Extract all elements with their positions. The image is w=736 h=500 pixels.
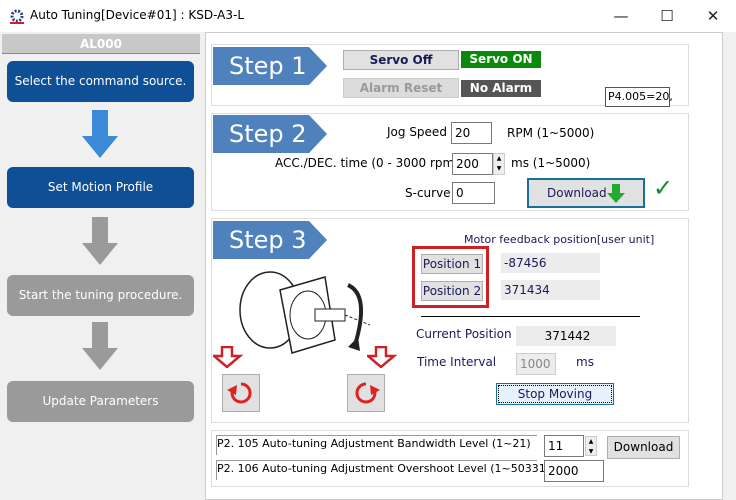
sidebar-step-update-params[interactable]: Update Parameters	[7, 381, 194, 422]
title-bar: Auto Tuning[Device#01] : KSD-A3-L — ☐ ✕	[0, 0, 736, 32]
alarm-code: AL000	[2, 34, 200, 54]
rotate-cw-icon	[355, 382, 380, 404]
step1-tag: Step 1	[229, 52, 307, 80]
p2-105-label: P2. 105 Auto-tuning Adjustment Bandwidth…	[216, 435, 537, 455]
jog-speed-label: Jog Speed	[387, 125, 447, 139]
p2-106-input[interactable]: 2000	[544, 460, 604, 482]
acc-dec-input[interactable]: 200	[452, 153, 493, 175]
sidebar-step-motion-profile[interactable]: Set Motion Profile	[7, 167, 194, 208]
minimize-button[interactable]: —	[606, 4, 636, 28]
down-indicator-icon	[367, 346, 397, 368]
s-curve-label: S-curve	[405, 186, 451, 200]
alarm-reset-button[interactable]: Alarm Reset	[343, 78, 459, 98]
p2-105-spinner[interactable]: ▲ ▼	[585, 436, 597, 456]
acc-dec-unit: ms (1~5000)	[511, 156, 591, 170]
current-position-value: 371442	[516, 326, 616, 346]
arrow-down-icon	[82, 217, 118, 265]
step2-tag: Step 2	[229, 120, 307, 148]
download-label: Download	[547, 186, 607, 200]
rotate-ccw-icon	[227, 382, 252, 404]
motor-illustration-icon	[239, 271, 371, 354]
jog-speed-unit: RPM (1~5000)	[507, 126, 595, 140]
stop-moving-button[interactable]: Stop Moving	[496, 383, 614, 405]
sidebar-step-tuning[interactable]: Start the tuning procedure.	[7, 275, 194, 316]
servo-status: Servo ON	[461, 51, 541, 68]
position1-button[interactable]: Position 1	[421, 254, 483, 274]
motion-download-button[interactable]: Download	[527, 178, 645, 208]
jog-cw-button[interactable]	[347, 374, 385, 412]
sidebar-step-command-source[interactable]: Select the command source.	[7, 61, 194, 102]
alarm-status: No Alarm	[461, 80, 541, 97]
app-gear-icon	[10, 9, 24, 24]
arrow-down-icon	[82, 110, 118, 158]
feedback-title: Motor feedback position[user unit]	[464, 233, 655, 246]
params-download-button[interactable]: Download	[607, 436, 680, 459]
close-button[interactable]: ✕	[698, 4, 728, 28]
acc-dec-label: ACC./DEC. time (0 - 3000 rpm)	[275, 156, 459, 170]
position1-value: -87456	[501, 253, 600, 273]
current-position-label: Current Position	[416, 327, 512, 341]
check-icon: ✓	[653, 174, 674, 202]
divider	[421, 316, 640, 317]
p2-106-label: P2. 106 Auto-tuning Adjustment Overshoot…	[216, 460, 571, 480]
servo-off-button[interactable]: Servo Off	[343, 50, 459, 70]
time-interval-input[interactable]: 1000	[516, 353, 556, 375]
acc-dec-spinner[interactable]: ▲ ▼	[493, 153, 505, 175]
down-indicator-icon	[213, 346, 243, 368]
jog-speed-input[interactable]: 20	[451, 122, 492, 144]
p2-105-input[interactable]: 11	[544, 435, 584, 457]
time-interval-label: Time Interval	[417, 355, 497, 369]
arrow-down-icon	[82, 322, 118, 370]
download-arrow-icon	[607, 184, 625, 203]
s-curve-input[interactable]: 0	[452, 182, 495, 204]
window-title: Auto Tuning[Device#01] : KSD-A3-L	[30, 8, 245, 22]
jog-ccw-button[interactable]	[222, 374, 260, 412]
time-interval-unit: ms	[576, 355, 594, 369]
maximize-button[interactable]: ☐	[652, 4, 682, 28]
step3-tag: Step 3	[229, 226, 307, 254]
parameter-tooltip: P4.005=20,	[605, 87, 673, 107]
position2-button[interactable]: Position 2	[421, 281, 483, 301]
sidebar	[0, 32, 202, 500]
position2-value: 371434	[501, 280, 600, 300]
